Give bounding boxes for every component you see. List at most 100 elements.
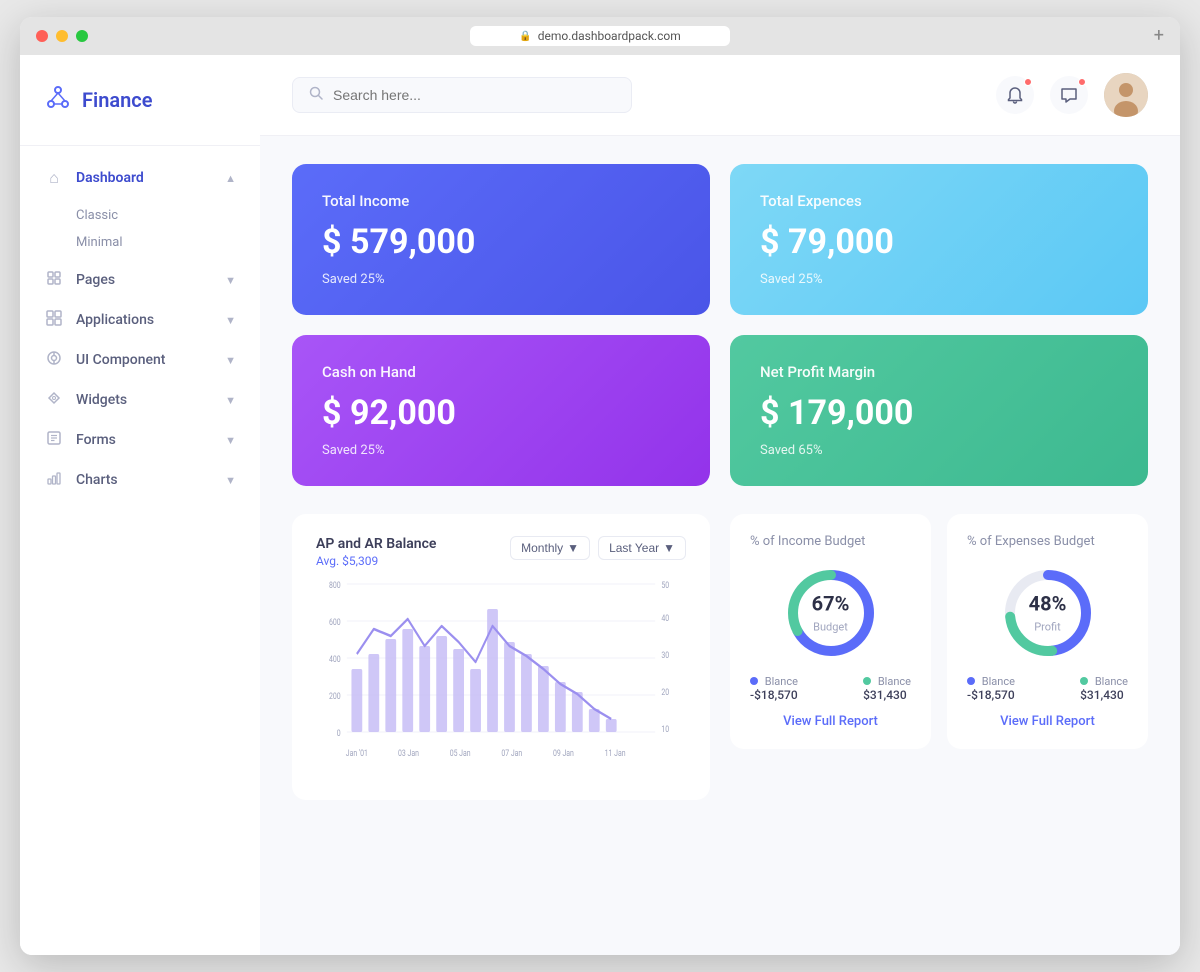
net-profit-title: Net Profit Margin (760, 363, 1118, 381)
svg-text:03 Jan: 03 Jan (398, 748, 419, 758)
total-expenses-title: Total Expences (760, 192, 1118, 210)
applications-icon (44, 310, 64, 330)
chart-title: AP and AR Balance (316, 536, 436, 552)
sidebar-item-ui-component[interactable]: UI Component ▼ (20, 340, 260, 380)
charts-icon (44, 470, 64, 490)
total-income-sub: Saved 25% (322, 272, 680, 287)
donut-center-text-2: 48% Profit (1029, 592, 1067, 635)
total-income-card: Total Income $ 579,000 Saved 25% (292, 164, 710, 315)
browser-bar: 🔒 demo.dashboardpack.com + (20, 17, 1180, 55)
header (260, 55, 1180, 136)
chart-filters: Monthly ▼ Last Year ▼ (510, 536, 686, 560)
expenses-budget-title: % of Expenses Budget (967, 534, 1128, 549)
cash-on-hand-title: Cash on Hand (322, 363, 680, 381)
search-input[interactable] (333, 87, 615, 103)
svg-text:600: 600 (329, 617, 341, 627)
donut-svg-wrapper: 67% Budget (781, 563, 881, 663)
legend-item-4: Blance $31,430 (1080, 675, 1128, 702)
net-profit-value: $ 179,000 (760, 393, 1118, 433)
header-actions (996, 73, 1148, 117)
sidebar-item-label: Dashboard (76, 170, 225, 186)
notifications-button[interactable] (996, 76, 1034, 114)
sidebar-item-pages[interactable]: Pages ▼ (20, 260, 260, 300)
bar-line-chart: 800 600 400 200 0 50 40 30 20 10 (316, 574, 686, 778)
message-badge (1078, 78, 1086, 86)
cash-on-hand-value: $ 92,000 (322, 393, 680, 433)
chevron-up-icon: ▲ (225, 172, 236, 185)
net-profit-sub: Saved 65% (760, 443, 1118, 458)
svg-text:50: 50 (661, 580, 669, 590)
svg-text:400: 400 (329, 654, 341, 664)
sidebar-item-label: Applications (76, 312, 225, 328)
expenses-budget-label: Profit (1034, 621, 1061, 634)
url-bar[interactable]: 🔒 demo.dashboardpack.com (470, 26, 730, 46)
svg-text:200: 200 (329, 691, 341, 701)
legend-item-2: Blance $31,430 (863, 675, 911, 702)
expenses-budget-legend: Blance -$18,570 Blance (967, 675, 1128, 702)
url-text: demo.dashboardpack.com (538, 29, 681, 43)
widgets-icon (44, 390, 64, 410)
sidebar-subitem-minimal[interactable]: Minimal (76, 229, 260, 256)
maximize-dot[interactable] (76, 30, 88, 42)
svg-text:30: 30 (661, 650, 669, 660)
svg-text:40: 40 (661, 613, 669, 623)
messages-button[interactable] (1050, 76, 1088, 114)
search-icon (309, 86, 323, 104)
donut-row: % of Income Budget (730, 514, 1148, 749)
chevron-down-icon: ▼ (225, 274, 236, 287)
chart-header: AP and AR Balance Avg. $5,309 Monthly ▼ … (316, 536, 686, 568)
sidebar-item-charts[interactable]: Charts ▼ (20, 460, 260, 500)
cash-on-hand-sub: Saved 25% (322, 443, 680, 458)
forms-icon (44, 430, 64, 450)
total-expenses-sub: Saved 25% (760, 272, 1118, 287)
chart-avg: Avg. $5,309 (316, 554, 436, 568)
lock-icon: 🔒 (519, 31, 531, 42)
income-budget-view-report[interactable]: View Full Report (750, 714, 911, 729)
income-budget-donut: 67% Budget (750, 563, 911, 663)
expenses-budget-card: % of Expenses Budget (947, 514, 1148, 749)
legend-val-4: $31,430 (1080, 688, 1128, 702)
income-budget-legend: Blance -$18,570 Blance (750, 675, 911, 702)
sidebar-item-dashboard[interactable]: ⌂ Dashboard ▲ (20, 158, 260, 198)
donut-svg-wrapper-2: 48% Profit (998, 563, 1098, 663)
total-income-value: $ 579,000 (322, 222, 680, 262)
sidebar-item-label: UI Component (76, 352, 225, 368)
expenses-budget-view-report[interactable]: View Full Report (967, 714, 1128, 729)
chevron-down-icon: ▼ (225, 474, 236, 487)
chevron-down-icon: ▼ (225, 394, 236, 407)
avatar[interactable] (1104, 73, 1148, 117)
svg-text:07 Jan: 07 Jan (501, 748, 522, 758)
total-expenses-card: Total Expences $ 79,000 Saved 25% (730, 164, 1148, 315)
income-budget-label: Budget (813, 621, 848, 634)
svg-text:0: 0 (337, 728, 341, 738)
income-budget-card: % of Income Budget (730, 514, 931, 749)
donut-charts-container: % of Income Budget (730, 514, 1148, 800)
legend-dot-1 (750, 677, 758, 685)
sidebar-item-label: Charts (76, 472, 225, 488)
bottom-section: AP and AR Balance Avg. $5,309 Monthly ▼ … (292, 514, 1148, 800)
legend-val-1: -$18,570 (750, 688, 798, 702)
legend-item-1: Blance -$18,570 (750, 675, 798, 702)
sidebar-navigation: ⌂ Dashboard ▲ Classic Minimal (20, 146, 260, 955)
svg-text:Jan '01: Jan '01 (346, 748, 368, 758)
lastyear-filter-button[interactable]: Last Year ▼ (598, 536, 686, 560)
expenses-budget-percentage: 48% (1029, 592, 1067, 616)
sidebar-item-label: Pages (76, 272, 225, 288)
new-tab-button[interactable]: + (1154, 27, 1164, 45)
sidebar-item-forms[interactable]: Forms ▼ (20, 420, 260, 460)
income-budget-title: % of Income Budget (750, 534, 911, 549)
sidebar-subitem-classic[interactable]: Classic (76, 202, 260, 229)
sidebar-item-widgets[interactable]: Widgets ▼ (20, 380, 260, 420)
income-budget-percentage: 67% (812, 592, 850, 616)
svg-text:800: 800 (329, 580, 341, 590)
search-box[interactable] (292, 77, 632, 113)
chevron-down-icon: ▼ (225, 434, 236, 447)
minimize-dot[interactable] (56, 30, 68, 42)
svg-text:11 Jan: 11 Jan (605, 748, 626, 758)
close-dot[interactable] (36, 30, 48, 42)
logo-text: Finance (82, 88, 152, 112)
app-container: Finance ⌂ Dashboard ▲ Classic Minimal (20, 55, 1180, 955)
sidebar-item-applications[interactable]: Applications ▼ (20, 300, 260, 340)
monthly-filter-button[interactable]: Monthly ▼ (510, 536, 590, 560)
svg-text:09 Jan: 09 Jan (553, 748, 574, 758)
